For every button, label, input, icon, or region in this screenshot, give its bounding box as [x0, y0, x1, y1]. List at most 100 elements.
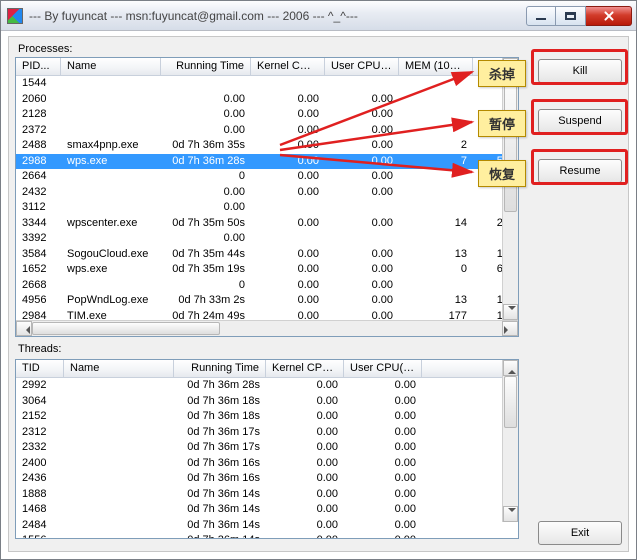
- table-row[interactable]: 21280.000.000.00: [16, 107, 518, 123]
- table-row[interactable]: 2984TIM.exe0d 7h 24m 49s0.000.0017715: [16, 309, 518, 321]
- cell-kcpu: 0.00: [266, 378, 344, 394]
- table-row[interactable]: 2488smax4pnp.exe0d 7h 36m 35s0.000.002: [16, 138, 518, 154]
- col-kcpu[interactable]: Kernel CPU(...: [266, 360, 344, 377]
- cell-pid: 1652: [16, 262, 61, 278]
- table-row[interactable]: 1544: [16, 76, 518, 92]
- kill-button[interactable]: Kill: [538, 59, 622, 83]
- table-row[interactable]: 1652wps.exe0d 7h 35m 19s0.000.00062: [16, 262, 518, 278]
- resume-button[interactable]: Resume: [538, 159, 622, 183]
- threads-panel: TID Name Running Time Kernel CPU(... Use…: [15, 359, 519, 539]
- table-row[interactable]: 23720.000.000.00: [16, 123, 518, 139]
- cell-rt: 0d 7h 36m 17s: [174, 440, 266, 456]
- cell-ucpu: [325, 200, 399, 216]
- cell-rt: 0d 7h 33m 2s: [161, 293, 251, 309]
- cell-name: [64, 518, 174, 534]
- scroll-left-icon[interactable]: [16, 321, 32, 336]
- cell-name: [61, 123, 161, 139]
- processes-hscroll[interactable]: [16, 320, 518, 336]
- cell-kcpu: 0.00: [251, 293, 325, 309]
- table-row[interactable]: 24320.000.000.00: [16, 185, 518, 201]
- cell-name: [64, 425, 174, 441]
- scroll-thumb[interactable]: [32, 322, 220, 335]
- cell-kcpu: 0.00: [266, 394, 344, 410]
- cell-kcpu: 0.00: [251, 138, 325, 154]
- cell-rt: 0d 7h 36m 16s: [174, 471, 266, 487]
- table-row[interactable]: 23320d 7h 36m 17s0.000.00: [16, 440, 518, 456]
- cell-name: [64, 502, 174, 518]
- scroll-down-icon[interactable]: [503, 304, 518, 320]
- cell-name: [64, 533, 174, 538]
- table-row[interactable]: 20600.000.000.00: [16, 92, 518, 108]
- callout-resume: 恢复: [478, 160, 526, 187]
- table-row[interactable]: 21520d 7h 36m 18s0.000.00: [16, 409, 518, 425]
- table-row[interactable]: 2988wps.exe0d 7h 36m 28s0.000.00759: [16, 154, 518, 170]
- cell-rt: 0d 7h 24m 49s: [161, 309, 251, 321]
- table-row[interactable]: 4956PopWndLog.exe0d 7h 33m 2s0.000.00131…: [16, 293, 518, 309]
- cell-name: [61, 169, 161, 185]
- table-row[interactable]: 18880d 7h 36m 14s0.000.00: [16, 487, 518, 503]
- col-pid[interactable]: PID...: [16, 58, 61, 75]
- scroll-up-icon[interactable]: [503, 360, 518, 376]
- cell-name: [61, 92, 161, 108]
- table-row[interactable]: 266800.000.00: [16, 278, 518, 294]
- cell-ucpu: 0.00: [325, 123, 399, 139]
- table-row[interactable]: 14680d 7h 36m 14s0.000.00: [16, 502, 518, 518]
- table-row[interactable]: 31120.00: [16, 200, 518, 216]
- col-mem[interactable]: MEM (1021M): [399, 58, 473, 75]
- col-ucpu[interactable]: User CPU(P...: [344, 360, 422, 377]
- minimize-button[interactable]: [526, 6, 556, 26]
- cell-tid: 1556: [16, 533, 64, 538]
- table-row[interactable]: 3344wpscenter.exe0d 7h 35m 50s0.000.0014…: [16, 216, 518, 232]
- threads-list[interactable]: TID Name Running Time Kernel CPU(... Use…: [16, 360, 518, 538]
- threads-vscroll[interactable]: [502, 360, 518, 522]
- maximize-button[interactable]: [556, 6, 586, 26]
- cell-mem: [399, 76, 473, 92]
- table-row[interactable]: 15560d 7h 36m 14s0.000.00: [16, 533, 518, 538]
- cell-name: wps.exe: [61, 154, 161, 170]
- cell-kcpu: 0.00: [251, 247, 325, 263]
- cell-rt: 0.00: [161, 185, 251, 201]
- processes-header[interactable]: PID... Name Running Time Kernel CPU(... …: [16, 58, 518, 76]
- col-tid[interactable]: TID: [16, 360, 64, 377]
- col-name[interactable]: Name: [64, 360, 174, 377]
- table-row[interactable]: 29920d 7h 36m 28s0.000.00: [16, 378, 518, 394]
- col-ucpu[interactable]: User CPU( 0...: [325, 58, 399, 75]
- cell-name: PopWndLog.exe: [61, 293, 161, 309]
- cell-kcpu: 0.00: [266, 471, 344, 487]
- table-row[interactable]: 30640d 7h 36m 18s0.000.00: [16, 394, 518, 410]
- table-row[interactable]: 24840d 7h 36m 14s0.000.00: [16, 518, 518, 534]
- table-row[interactable]: 3584SogouCloud.exe0d 7h 35m 44s0.000.001…: [16, 247, 518, 263]
- scroll-thumb[interactable]: [504, 74, 517, 212]
- cell-tid: 2484: [16, 518, 64, 534]
- col-rt[interactable]: Running Time: [174, 360, 266, 377]
- processes-list[interactable]: PID... Name Running Time Kernel CPU(... …: [16, 58, 518, 320]
- table-row[interactable]: 24000d 7h 36m 16s0.000.00: [16, 456, 518, 472]
- cell-name: [61, 76, 161, 92]
- title-bar[interactable]: --- By fuyuncat --- msn:fuyuncat@gmail.c…: [1, 1, 636, 31]
- scroll-right-icon[interactable]: [502, 321, 518, 336]
- table-row[interactable]: 33920.00: [16, 231, 518, 247]
- callout-kill: 杀掉: [478, 60, 526, 87]
- cell-name: [61, 185, 161, 201]
- cell-rt: 0d 7h 36m 14s: [174, 533, 266, 538]
- cell-kcpu: 0.00: [251, 92, 325, 108]
- table-row[interactable]: 266400.000.00: [16, 169, 518, 185]
- threads-header[interactable]: TID Name Running Time Kernel CPU(... Use…: [16, 360, 518, 378]
- app-icon: [7, 8, 23, 24]
- cell-rt: [161, 76, 251, 92]
- scroll-thumb[interactable]: [504, 376, 517, 428]
- suspend-button[interactable]: Suspend: [538, 109, 622, 133]
- table-row[interactable]: 23120d 7h 36m 17s0.000.00: [16, 425, 518, 441]
- cell-tid: 2992: [16, 378, 64, 394]
- cell-tid: 2332: [16, 440, 64, 456]
- col-rt[interactable]: Running Time: [161, 58, 251, 75]
- col-name[interactable]: Name: [61, 58, 161, 75]
- processes-vscroll[interactable]: [502, 58, 518, 320]
- cell-rt: 0d 7h 36m 17s: [174, 425, 266, 441]
- close-button[interactable]: [586, 6, 632, 26]
- scroll-down-icon[interactable]: [503, 506, 518, 522]
- table-row[interactable]: 24360d 7h 36m 16s0.000.00: [16, 471, 518, 487]
- col-kcpu[interactable]: Kernel CPU(...: [251, 58, 325, 75]
- cell-kcpu: 0.00: [251, 123, 325, 139]
- exit-button[interactable]: Exit: [538, 521, 622, 545]
